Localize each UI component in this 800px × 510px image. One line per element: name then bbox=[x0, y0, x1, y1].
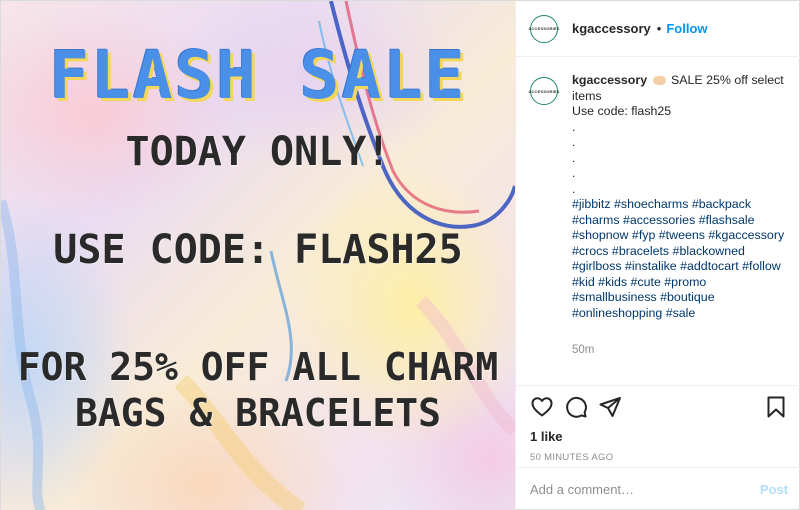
caption-hashtags[interactable]: #jibbitz #shoecharms #backpack #charms #… bbox=[572, 197, 792, 321]
caption-body: kgaccessory SALE 25% off select items Us… bbox=[572, 73, 792, 359]
share-icon[interactable] bbox=[598, 395, 622, 419]
instagram-post: FLASH SALE TODAY ONLY! USE CODE: FLASH25… bbox=[0, 0, 800, 510]
post-header: ACCESSORIES kgaccessory • Follow bbox=[516, 1, 800, 57]
comment-icon[interactable] bbox=[564, 395, 588, 419]
hand-pointing-emoji-icon bbox=[652, 76, 666, 86]
post-caption: ACCESSORIES kgaccessory SALE 25% off sel… bbox=[528, 73, 792, 359]
caption-username[interactable]: kgaccessory bbox=[572, 73, 647, 87]
avatar-text: ACCESSORIES bbox=[528, 26, 560, 31]
caption-dot: . bbox=[572, 135, 576, 149]
sale-line-code: USE CODE: FLASH25 bbox=[53, 227, 463, 273]
comment-input[interactable] bbox=[530, 482, 760, 497]
caption-dots: . . . . . bbox=[572, 120, 792, 198]
post-comment-button[interactable]: Post bbox=[760, 482, 788, 497]
caption-code: Use code: flash25 bbox=[572, 104, 672, 118]
posted-time: 50 MINUTES AGO bbox=[530, 452, 614, 463]
bookmark-icon[interactable] bbox=[764, 395, 788, 419]
caption-dot: . bbox=[572, 181, 576, 196]
caption-time: 50m bbox=[572, 344, 595, 356]
sale-line-items: BAGS & BRACELETS bbox=[74, 391, 442, 435]
comment-box: Post bbox=[516, 467, 800, 510]
caption-avatar-text: ACCESSORIES bbox=[528, 88, 560, 94]
avatar[interactable]: ACCESSORIES bbox=[528, 14, 560, 43]
caption-avatar[interactable]: ACCESSORIES bbox=[528, 77, 560, 105]
follow-button[interactable]: Follow bbox=[666, 21, 707, 36]
sale-headline: FLASH SALE bbox=[49, 37, 467, 114]
post-side-panel: ACCESSORIES kgaccessory • Follow ACCESSO… bbox=[515, 1, 800, 510]
sale-line-today: TODAY ONLY! bbox=[125, 129, 391, 175]
actions-bar: 1 like 50 MINUTES AGO bbox=[516, 385, 800, 463]
header-username[interactable]: kgaccessory bbox=[572, 21, 651, 36]
post-image[interactable]: FLASH SALE TODAY ONLY! USE CODE: FLASH25… bbox=[1, 1, 515, 510]
sale-line-offer: FOR 25% OFF ALL CHARM bbox=[17, 345, 499, 389]
header-separator: • bbox=[656, 21, 662, 36]
action-icons bbox=[530, 396, 788, 418]
caption-dot: . bbox=[572, 119, 576, 134]
caption-dot: . bbox=[572, 150, 576, 165]
heart-icon[interactable] bbox=[530, 395, 554, 419]
caption-dot: . bbox=[572, 166, 576, 180]
likes-count[interactable]: 1 like bbox=[530, 429, 788, 444]
